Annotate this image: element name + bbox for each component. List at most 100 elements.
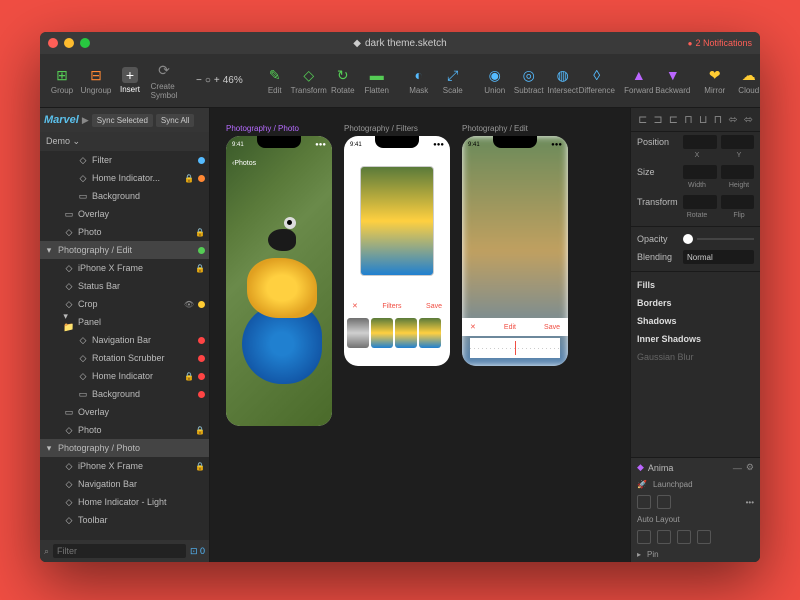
height-input[interactable]	[721, 165, 755, 179]
ungroup-button[interactable]: ⊟Ungroup	[80, 64, 112, 97]
lock-icon[interactable]: 🔒	[184, 372, 194, 381]
anima-minimize-icon[interactable]: —	[733, 463, 742, 473]
lock-icon[interactable]: 🔒	[195, 264, 205, 273]
scale-button[interactable]: ⤢Scale	[437, 64, 469, 97]
edit-button[interactable]: ✎Edit	[259, 64, 291, 97]
sync-selected-button[interactable]: Sync Selected	[92, 114, 153, 127]
app-window: ◆ dark theme.sketch 2 Notifications ⊞Gro…	[40, 32, 760, 562]
layer-item[interactable]: ▭Background	[40, 385, 209, 403]
artboard-edit[interactable]: Photography / Edit 9:41●●● ✕EditSave	[462, 124, 568, 366]
forward-button[interactable]: ▲Forward	[623, 64, 655, 97]
pin-row[interactable]: ▸ Pin	[631, 547, 760, 562]
layer-item[interactable]: ◇Home Indicator...🔒	[40, 169, 209, 187]
subtract-button[interactable]: ◎Subtract	[513, 64, 545, 97]
filter-input[interactable]	[53, 544, 186, 558]
maximize-button[interactable]	[80, 38, 90, 48]
close-button[interactable]	[48, 38, 58, 48]
layer-item[interactable]: ◇Rotation Scrubber	[40, 349, 209, 367]
layer-icon: ◇	[64, 497, 74, 507]
intersect-button[interactable]: ◍Intersect	[547, 64, 579, 97]
layer-item[interactable]: ▾Photography / Edit	[40, 241, 209, 259]
align-left-icon[interactable]: ⊏	[638, 113, 647, 126]
lock-icon[interactable]: 🔒	[184, 174, 194, 183]
align-middle-icon[interactable]: ⊔	[699, 113, 708, 126]
y-input[interactable]	[721, 135, 755, 149]
fills-section[interactable]: Fills	[631, 276, 760, 294]
distribute-v-icon[interactable]: ⬄	[744, 113, 753, 126]
notch	[493, 136, 537, 148]
difference-button[interactable]: ◊Difference	[581, 64, 613, 97]
create-symbol-button[interactable]: ⟳Create Symbol	[148, 60, 180, 102]
zoom-control[interactable]: −○+46%	[190, 75, 249, 86]
mask-button[interactable]: ◐Mask	[403, 64, 435, 97]
layer-item[interactable]: ◇Home Indicator🔒	[40, 367, 209, 385]
union-button[interactable]: ◉Union	[479, 64, 511, 97]
opacity-slider[interactable]	[683, 234, 693, 244]
inspector-panel: ⊏⊐⊏ ⊓⊔⊓ ⬄⬄ Position XY Size WidthHeight …	[630, 108, 760, 562]
align-bottom-icon[interactable]: ⊓	[714, 113, 723, 126]
lock-icon[interactable]: 🔒	[195, 462, 205, 471]
anima-settings-icon[interactable]: ⚙	[746, 462, 754, 473]
x-input[interactable]	[683, 135, 717, 149]
layer-icon: ◇	[64, 425, 74, 435]
insert-button[interactable]: +Insert	[114, 65, 146, 96]
align-top-icon[interactable]: ⊓	[684, 113, 693, 126]
artboard-photo[interactable]: Photography / Photo 9:41●●● ‹ Photos	[226, 124, 332, 426]
play-icon[interactable]: ▶	[82, 115, 89, 126]
blending-row: BlendingNormal	[631, 247, 760, 267]
inner-shadows-section[interactable]: Inner Shadows	[631, 330, 760, 348]
align-center-icon[interactable]: ⊐	[653, 113, 662, 126]
notifications-indicator[interactable]: 2 Notifications	[688, 38, 752, 48]
demo-dropdown[interactable]: Demo ⌄	[40, 132, 209, 151]
align-right-icon[interactable]: ⊏	[669, 113, 678, 126]
layer-item[interactable]: ◇iPhone X Frame🔒	[40, 457, 209, 475]
mirror-button[interactable]: ❤Mirror	[699, 64, 731, 97]
canvas[interactable]: Photography / Photo 9:41●●● ‹ Photos Pho…	[210, 108, 630, 562]
phone-frame-edit: 9:41●●● ✕EditSave	[462, 136, 568, 366]
difference-icon: ◊	[588, 66, 606, 84]
flatten-button[interactable]: ▬Flatten	[361, 64, 393, 97]
visibility-icon[interactable]: 👁	[184, 300, 194, 309]
lock-icon[interactable]: 🔒	[195, 228, 205, 237]
layer-item[interactable]: ▭Overlay	[40, 205, 209, 223]
layer-item[interactable]: ▾📁Panel	[40, 313, 209, 331]
layer-item[interactable]: ◇Navigation Bar	[40, 331, 209, 349]
cloud-icon: ☁	[740, 66, 758, 84]
cloud-button[interactable]: ☁Cloud	[733, 64, 760, 97]
layer-item[interactable]: ▭Background	[40, 187, 209, 205]
filter-indicator[interactable]: ⊡ 0	[190, 546, 205, 557]
artboard-filters[interactable]: Photography / Filters 9:41●●● ✕FiltersSa…	[344, 124, 450, 366]
forward-icon: ▲	[630, 66, 648, 84]
status-dot	[198, 247, 205, 254]
rotate-input[interactable]	[683, 195, 717, 209]
status-dot	[198, 301, 205, 308]
layer-item[interactable]: ◇Status Bar	[40, 277, 209, 295]
flip-input[interactable]	[721, 195, 755, 209]
lock-icon[interactable]: 🔒	[195, 426, 205, 435]
shadows-section[interactable]: Shadows	[631, 312, 760, 330]
layer-item[interactable]: ▭Overlay	[40, 403, 209, 421]
backward-button[interactable]: ▼Backward	[657, 64, 689, 97]
width-input[interactable]	[683, 165, 717, 179]
layer-item[interactable]: ◇Toolbar	[40, 511, 209, 529]
rotate-button[interactable]: ↻Rotate	[327, 64, 359, 97]
layer-item[interactable]: ◇Home Indicator - Light	[40, 493, 209, 511]
launchpad-row[interactable]: 🚀Launchpad	[631, 477, 760, 492]
layer-item[interactable]: ◇Photo🔒	[40, 421, 209, 439]
layer-item[interactable]: ◇iPhone X Frame🔒	[40, 259, 209, 277]
sync-all-button[interactable]: Sync All	[156, 114, 194, 127]
layer-item[interactable]: ◇Navigation Bar	[40, 475, 209, 493]
layer-item[interactable]: ◇Filter	[40, 151, 209, 169]
layer-item[interactable]: ◇Photo🔒	[40, 223, 209, 241]
borders-section[interactable]: Borders	[631, 294, 760, 312]
layer-icon: ▭	[64, 209, 74, 219]
autolayout-row[interactable]: Auto Layout	[631, 512, 760, 527]
layer-item[interactable]: ▾Photography / Photo	[40, 439, 209, 457]
group-button[interactable]: ⊞Group	[46, 64, 78, 97]
distribute-h-icon[interactable]: ⬄	[728, 113, 737, 126]
launchpad-icon: 🚀	[637, 480, 647, 489]
gaussian-blur-section[interactable]: Gaussian Blur	[631, 348, 760, 366]
minimize-button[interactable]	[64, 38, 74, 48]
transform-button[interactable]: ◇Transform	[293, 64, 325, 97]
blending-select[interactable]: Normal	[683, 250, 754, 264]
